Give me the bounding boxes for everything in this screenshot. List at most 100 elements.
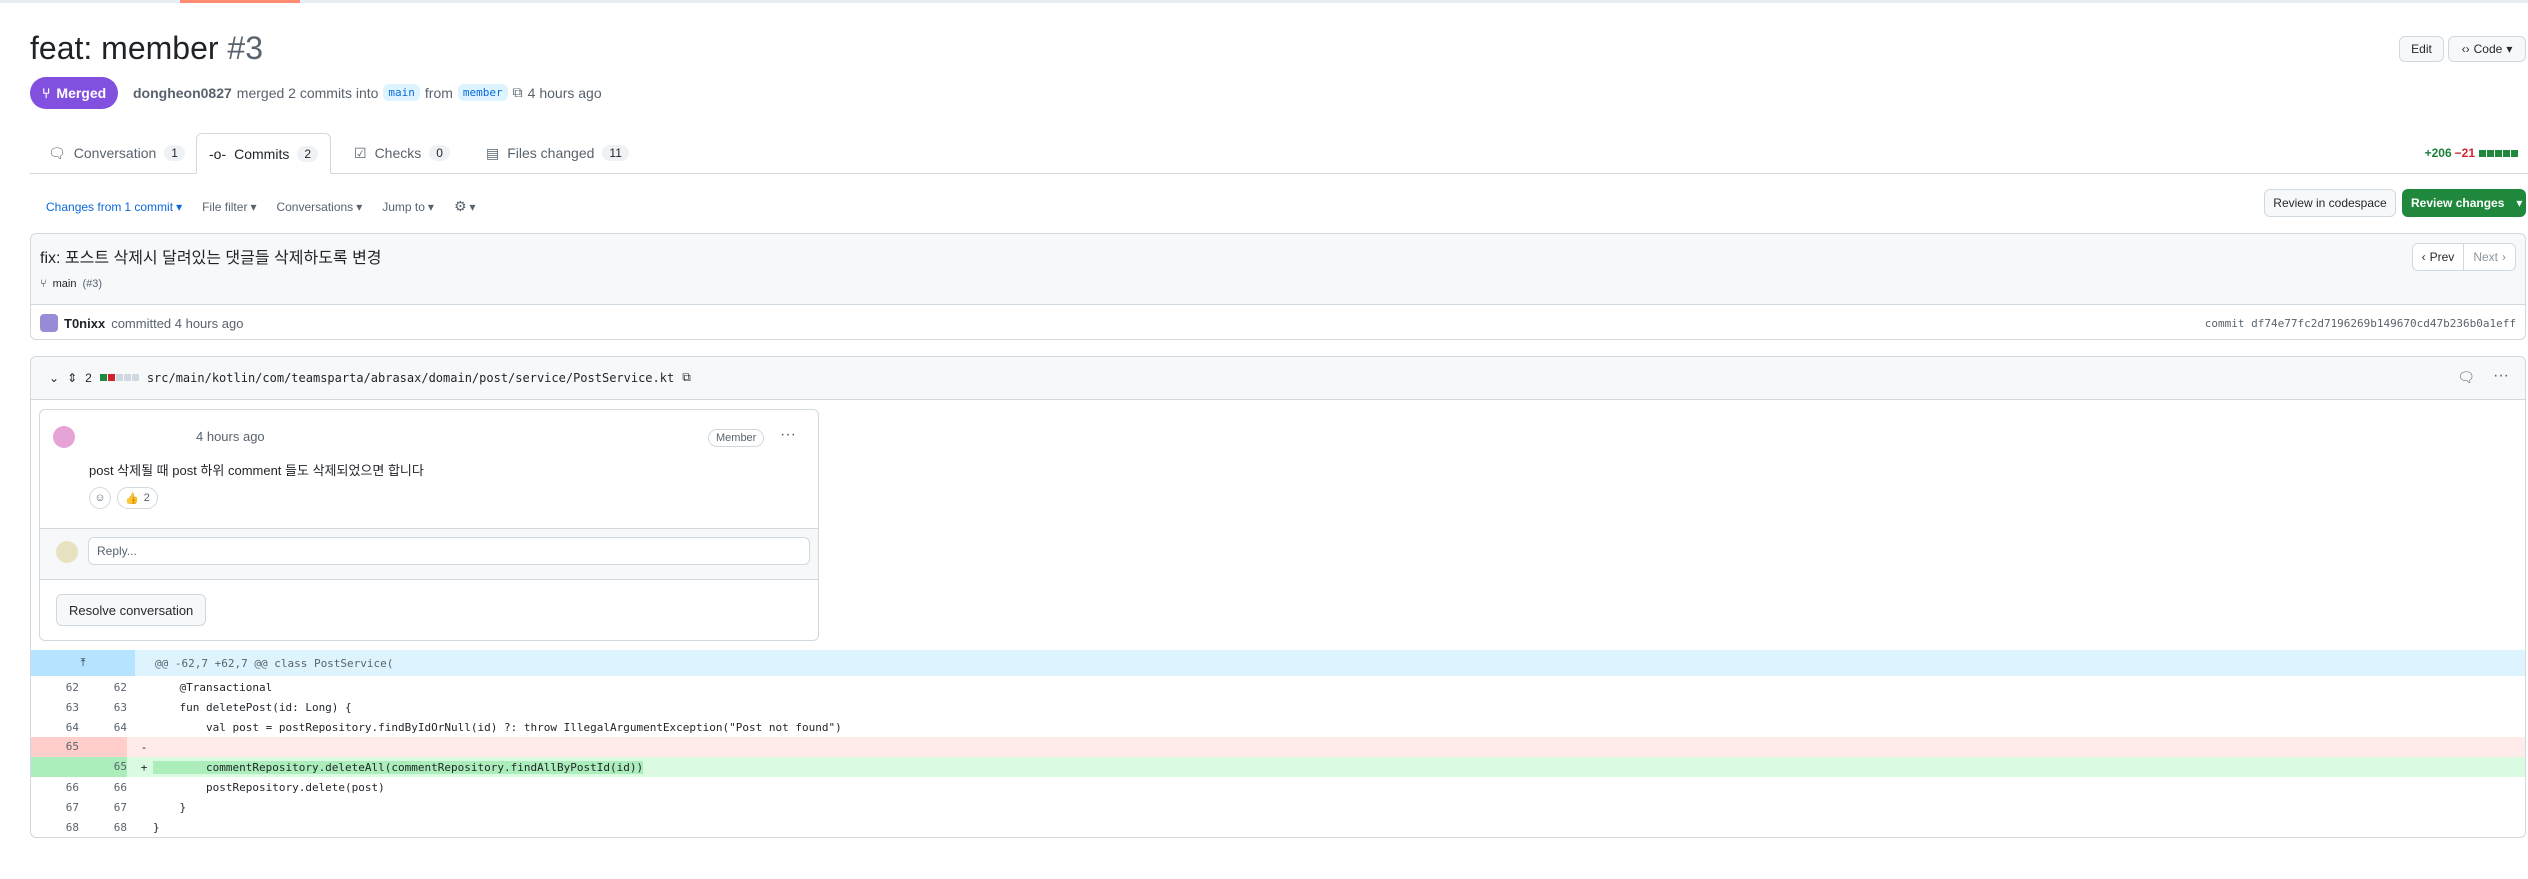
- resolve-conversation-button[interactable]: Resolve conversation: [56, 594, 207, 626]
- commit-navigation: ‹ Prev Next ›: [2411, 243, 2516, 271]
- diff-settings-dropdown[interactable]: ⚙ ▾: [454, 198, 476, 215]
- tab-conversation[interactable]: 🗨 Conversation 1: [36, 133, 197, 173]
- committed-time: committed 4 hours ago: [111, 315, 244, 331]
- commit-branch: ⑂ main (#3): [40, 278, 102, 290]
- reply-input[interactable]: Reply...: [88, 537, 810, 565]
- new-line-number[interactable]: 67: [79, 801, 127, 814]
- conversations-dropdown[interactable]: Conversations ▾: [276, 200, 362, 214]
- commit-sha-value[interactable]: df74e77fc2d7196269b149670cd47b236b0a1eff: [2251, 317, 2516, 330]
- jump-to-dropdown[interactable]: Jump to ▾: [382, 200, 434, 214]
- next-label: Next: [2473, 250, 2498, 264]
- old-line-number[interactable]: 68: [31, 821, 79, 834]
- new-line-number[interactable]: [79, 737, 127, 757]
- commit-pr-ref[interactable]: (#3): [82, 278, 102, 290]
- tab-commits[interactable]: -o- Commits 2: [196, 133, 332, 174]
- old-line-number[interactable]: 64: [31, 721, 79, 734]
- code-line: val post = postRepository.findByIdOrNull…: [153, 720, 842, 734]
- commit-title: fix: 포스트 삭제시 달려있는 댓글들 삭제하도록 변경: [40, 250, 382, 267]
- unfold-icon[interactable]: ⇕: [67, 371, 77, 385]
- file-filter-dropdown[interactable]: File filter ▾: [202, 200, 256, 214]
- old-line-number[interactable]: 62: [31, 681, 79, 694]
- old-line-number[interactable]: 65: [31, 737, 79, 757]
- prev-commit-button[interactable]: ‹ Prev: [2413, 244, 2465, 270]
- edit-button-label: Edit: [2411, 42, 2432, 56]
- new-line-number[interactable]: 65: [79, 757, 127, 777]
- jump-to-label: Jump to: [382, 199, 425, 214]
- edit-button[interactable]: Edit: [2399, 36, 2444, 62]
- caret-down-icon: ▾: [469, 199, 476, 214]
- new-line-number[interactable]: 68: [79, 821, 127, 834]
- hunk-header-row: ⤒ @@ -62,7 +62,7 @@ class PostService(: [31, 650, 2525, 676]
- diffstat-bar: [2478, 146, 2518, 160]
- commit-branch-name[interactable]: main: [53, 278, 77, 290]
- kebab-horizontal-icon[interactable]: ···: [780, 426, 796, 444]
- tab-label: Commits: [234, 145, 290, 162]
- comment-discussion-icon: 🗨: [48, 144, 66, 161]
- file-path[interactable]: src/main/kotlin/com/teamsparta/abrasax/d…: [147, 371, 674, 385]
- avatar[interactable]: [40, 314, 58, 332]
- copy-icon[interactable]: ⧉: [682, 370, 691, 385]
- chevron-down-icon[interactable]: ⌄: [49, 371, 59, 385]
- file-changes-count: 2: [85, 370, 92, 385]
- tab-files-changed[interactable]: ▤ Files changed 11: [474, 133, 641, 173]
- review-changes-button[interactable]: Review changes ▾: [2402, 189, 2526, 217]
- pr-tabs: 🗨 Conversation 1 -o- Commits 2 ☑ Checks …: [30, 133, 2528, 174]
- diff-line: 64 64 val post = postRepository.findById…: [31, 717, 2525, 737]
- from-text: from: [424, 84, 453, 101]
- page-title: feat: member #3: [30, 30, 263, 67]
- expand-up-button[interactable]: ⤒: [31, 650, 135, 676]
- author-link[interactable]: dongheon0827: [133, 85, 232, 101]
- conversations-label: Conversations: [276, 199, 354, 214]
- head-branch[interactable]: member: [457, 84, 508, 101]
- old-line-number[interactable]: [31, 757, 79, 777]
- review-in-codespace-button[interactable]: Review in codespace: [2264, 189, 2396, 217]
- merged-text: merged 2 commits into: [236, 84, 379, 101]
- base-branch[interactable]: main: [383, 84, 420, 101]
- code-line: @Transactional: [153, 680, 273, 694]
- hunk-header: @@ -62,7 +62,7 @@ class PostService(: [155, 656, 394, 670]
- file-diff-icon: ▤: [486, 144, 500, 161]
- tab-label: Checks: [374, 145, 422, 161]
- tab-checks[interactable]: ☑ Checks 0: [342, 133, 462, 173]
- commit-sha: commit df74e77fc2d7196269b149670cd47b236…: [2205, 317, 2516, 330]
- reply-area: Reply...: [40, 528, 818, 580]
- code-line: }: [153, 800, 187, 814]
- next-commit-button[interactable]: Next ›: [2464, 244, 2515, 270]
- avatar[interactable]: [53, 426, 75, 448]
- comment-icon[interactable]: 🗨: [2457, 369, 2475, 386]
- changes-from-dropdown[interactable]: Changes from 1 commit ▾: [46, 200, 182, 214]
- add-reaction-button[interactable]: ☺: [89, 487, 111, 509]
- new-line-number[interactable]: 63: [79, 701, 127, 714]
- code-button-label: Code: [2473, 42, 2503, 56]
- reaction-count: 2: [143, 492, 150, 504]
- diff-sign: +: [140, 760, 148, 774]
- copy-icon[interactable]: ⧉: [513, 84, 523, 101]
- comment-time[interactable]: 4 hours ago: [196, 429, 265, 444]
- old-line-number[interactable]: 66: [31, 781, 79, 794]
- file-diff: ⌄ ⇕ 2 src/main/kotlin/com/teamsparta/abr…: [30, 356, 2526, 838]
- diff-line: 62 62 @Transactional: [31, 677, 2525, 697]
- tab-label: Conversation: [73, 145, 157, 161]
- caret-down-icon: ▾: [2516, 196, 2523, 210]
- committer-name[interactable]: T0nixx: [64, 316, 105, 331]
- new-line-number[interactable]: 64: [79, 721, 127, 734]
- new-line-number[interactable]: 62: [79, 681, 127, 694]
- code-button[interactable]: ‹› Code ▾: [2448, 36, 2526, 62]
- old-line-number[interactable]: 67: [31, 801, 79, 814]
- caret-down-icon: ▾: [176, 199, 183, 214]
- diff-line: 67 67 }: [31, 797, 2525, 817]
- fold-up-icon: ⤒: [80, 656, 86, 669]
- pr-meta: dongheon0827 merged 2 commits into main …: [133, 84, 602, 101]
- kebab-horizontal-icon[interactable]: ···: [2493, 367, 2509, 385]
- chevron-left-icon: ‹: [2421, 250, 2426, 264]
- new-line-number[interactable]: 66: [79, 781, 127, 794]
- thumbs-up-reaction[interactable]: 👍 2: [117, 487, 158, 509]
- merged-time: 4 hours ago: [527, 84, 602, 101]
- old-line-number[interactable]: 63: [31, 701, 79, 714]
- diff-sign: -: [140, 740, 148, 754]
- diff-line: 66 66 postRepository.delete(post): [31, 777, 2525, 797]
- review-codespace-label: Review in codespace: [2273, 196, 2387, 210]
- comment-body: post 삭제될 때 post 하위 comment 들도 삭제되었으면 합니다: [89, 463, 424, 478]
- diff-table: ⤒ @@ -62,7 +62,7 @@ class PostService( 6…: [31, 650, 2525, 837]
- checklist-icon: ☑: [354, 144, 367, 161]
